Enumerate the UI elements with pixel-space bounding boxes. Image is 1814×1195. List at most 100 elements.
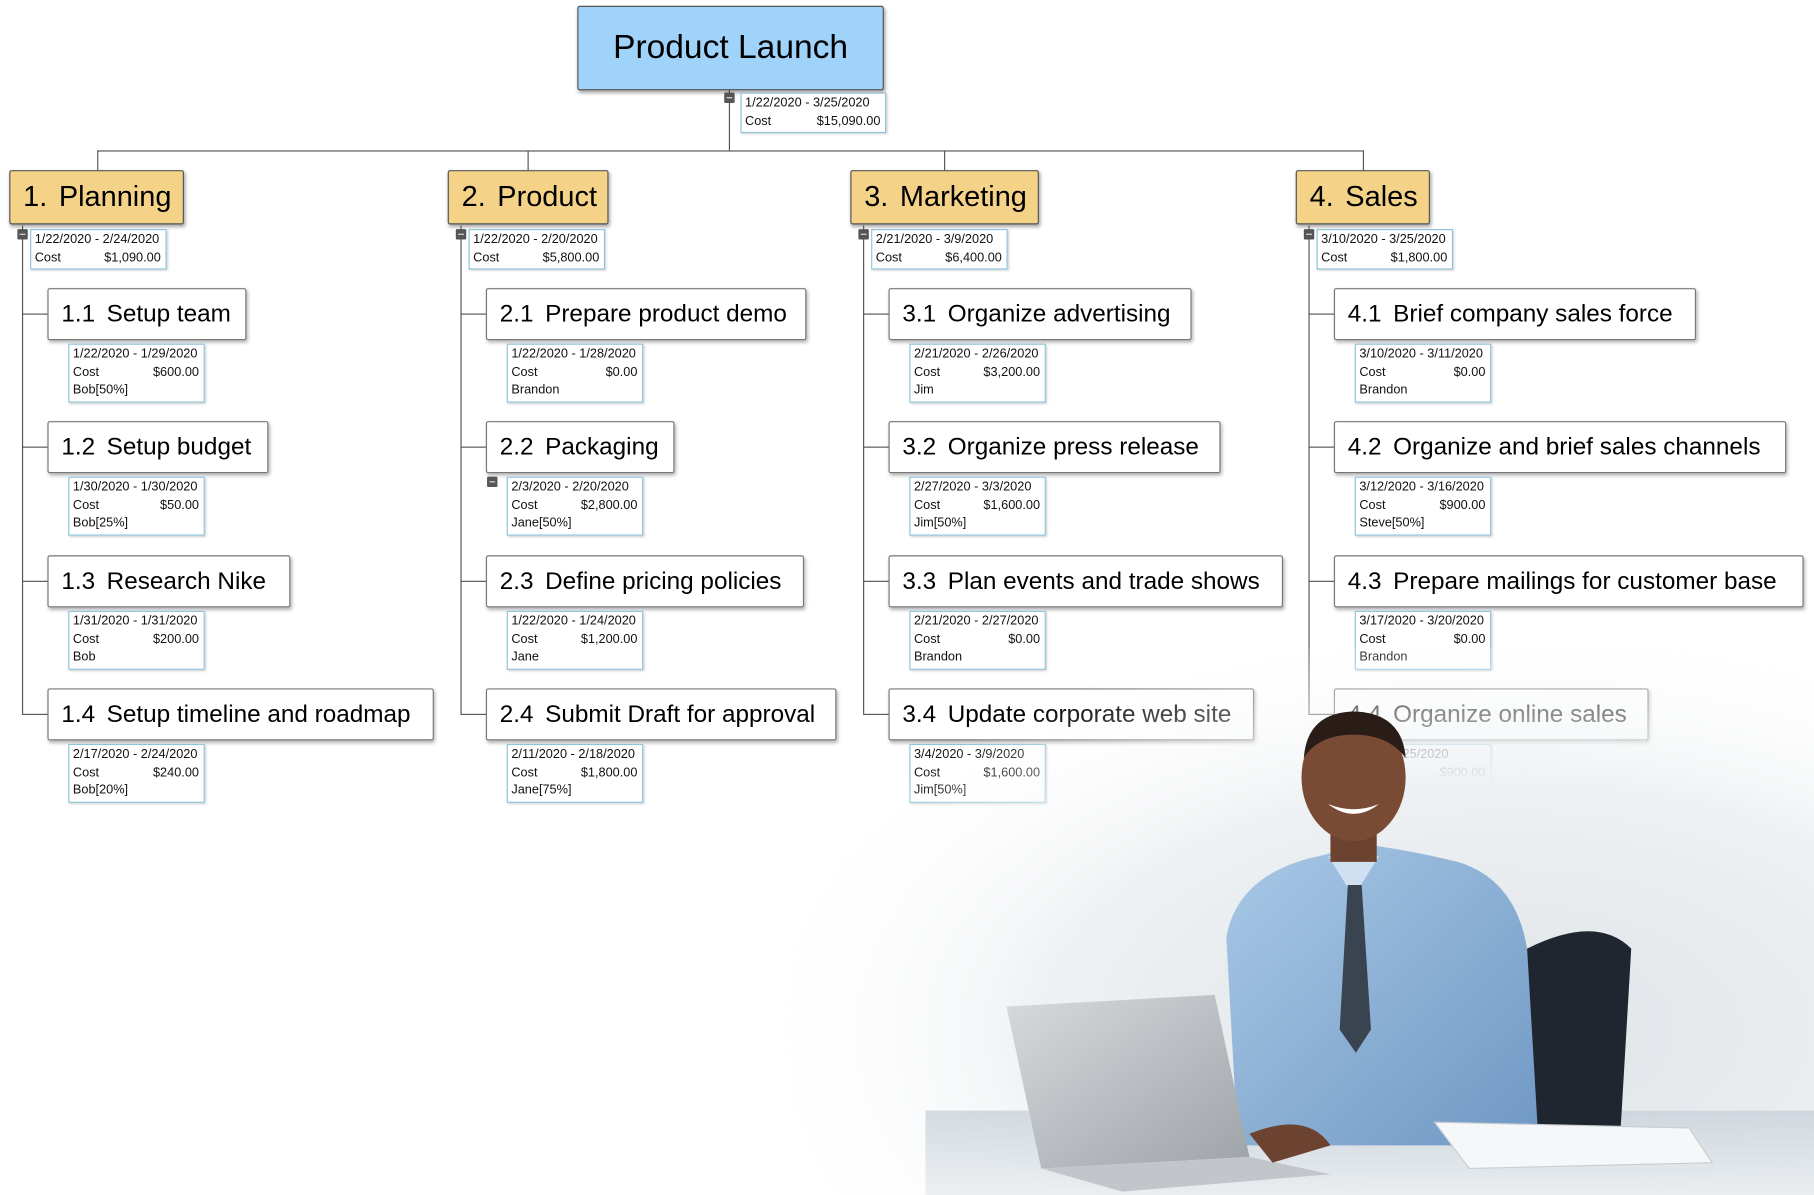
info-box: 1/22/2020 - 2/20/2020 Cost $5,800.00 <box>468 229 606 270</box>
task-title: Prepare product demo <box>545 300 787 327</box>
dates: 1/31/2020 - 1/31/2020 <box>72 614 198 629</box>
dates: 3/12/2020 - 3/16/2020 <box>1359 480 1484 494</box>
connector <box>944 150 946 171</box>
phase-number: 3. <box>864 180 889 213</box>
cost-value: $1,600.00 <box>983 498 1041 512</box>
connector <box>527 150 529 171</box>
cost-label: Cost <box>1359 365 1386 379</box>
phase-node[interactable]: 2. Product <box>447 170 609 225</box>
task-number: 2.1 <box>499 300 534 327</box>
resource: Bob[25%] <box>72 515 129 530</box>
cost-value: $200.00 <box>152 632 199 647</box>
cost-label: Cost <box>1321 250 1348 265</box>
dates: 1/22/2020 - 3/25/2020 <box>745 96 870 110</box>
dates: 3/10/2020 - 3/11/2020 <box>1359 347 1483 361</box>
connector <box>97 150 1364 152</box>
task-node[interactable]: 3.3 Plan events and trade shows <box>888 555 1284 608</box>
task-number: 4.2 <box>1347 433 1382 460</box>
cost-label: Cost <box>72 365 100 379</box>
task-node[interactable]: 4.3 Prepare mailings for customer base <box>1333 555 1804 608</box>
cost-value: $900.00 <box>1439 498 1486 512</box>
connector <box>1308 225 1310 714</box>
connector <box>21 313 48 315</box>
phase-node[interactable]: 3. Marketing <box>850 170 1039 225</box>
collapse-icon[interactable] <box>724 92 735 103</box>
info-box: 1/31/2020 - 1/31/2020 Cost $200.00 Bob <box>68 610 205 670</box>
phase-title: Planning <box>58 180 172 213</box>
cost-label: Cost <box>913 498 941 512</box>
cost-label: Cost <box>511 632 538 647</box>
cost-label: Cost <box>875 250 902 265</box>
collapse-icon[interactable] <box>455 229 467 240</box>
resource: Brandon <box>1359 382 1408 397</box>
info-box: 3/10/2020 - 3/25/2020 Cost $1,800.00 <box>1316 229 1454 270</box>
task-node[interactable]: 1.1 Setup team <box>47 288 247 341</box>
task-node[interactable]: 2.1 Prepare product demo <box>485 288 807 341</box>
task-node[interactable]: 1.2 Setup budget <box>47 421 269 474</box>
task-number: 3.3 <box>902 567 937 595</box>
connector <box>863 446 889 448</box>
task-title: Organize press release <box>947 433 1199 460</box>
task-node[interactable]: 1.3 Research Nike <box>47 555 291 608</box>
connector <box>460 446 486 448</box>
connector <box>460 580 486 582</box>
cost-label: Cost <box>473 250 500 265</box>
cost-label: Cost <box>72 498 100 512</box>
task-title: Define pricing policies <box>545 567 782 595</box>
task-number: 1.4 <box>61 700 96 728</box>
info-box: 2/21/2020 - 2/26/2020 Cost $3,200.00 Jim <box>909 343 1046 403</box>
task-node[interactable]: 1.4 Setup timeline and roadmap <box>47 688 434 741</box>
dates: 1/22/2020 - 1/28/2020 <box>511 347 636 361</box>
businessman-photo <box>786 647 1814 1195</box>
task-title: Organize and brief sales channels <box>1393 433 1761 460</box>
dates: 2/21/2020 - 2/26/2020 <box>913 347 1039 361</box>
task-title: Setup team <box>106 300 231 327</box>
info-box: 2/27/2020 - 3/3/2020 Cost $1,600.00 Jim[5… <box>909 476 1046 536</box>
phase-node[interactable]: 1. Planning <box>9 170 184 225</box>
collapse-icon[interactable] <box>858 229 869 240</box>
phase-title: Sales <box>1345 180 1418 213</box>
task-number: 1.3 <box>61 567 96 595</box>
task-title: Submit Draft for approval <box>545 700 816 728</box>
resource: Bob <box>72 650 96 665</box>
resource: Jane[75%] <box>511 783 572 798</box>
resource: Steve[50%] <box>1359 515 1425 530</box>
phase-title: Marketing <box>899 180 1027 213</box>
resource: Brandon <box>511 382 560 397</box>
dates: 2/21/2020 - 3/9/2020 <box>875 232 994 247</box>
task-title: Organize advertising <box>947 300 1171 327</box>
collapse-icon[interactable] <box>1303 229 1315 240</box>
info-box: 2/11/2020 - 2/18/2020 Cost $1,800.00 Jane… <box>506 743 644 803</box>
resource: Jim <box>913 382 934 397</box>
connector <box>21 580 48 582</box>
task-node[interactable]: 3.2 Organize press release <box>888 421 1221 474</box>
task-node[interactable]: 3.1 Organize advertising <box>888 288 1192 341</box>
dates: 1/22/2020 - 2/20/2020 <box>473 232 598 247</box>
collapse-icon[interactable] <box>17 229 28 240</box>
cost-label: Cost <box>1359 498 1386 512</box>
root-info: 1/22/2020 - 3/25/2020 Cost $15,090.00 <box>740 92 887 134</box>
info-box: 2/17/2020 - 2/24/2020 Cost $240.00 Bob[20… <box>68 743 205 803</box>
task-number: 3.2 <box>902 433 937 460</box>
task-node[interactable]: 4.2 Organize and brief sales channels <box>1333 421 1787 474</box>
task-title: Prepare mailings for customer base <box>1393 567 1777 595</box>
info-box: 3/10/2020 - 3/11/2020 Cost $0.00 Brandon <box>1354 343 1492 403</box>
connector <box>1308 580 1334 582</box>
cost-value: $1,800.00 <box>1390 250 1448 265</box>
connector <box>460 225 462 714</box>
root-node[interactable]: Product Launch <box>577 5 884 91</box>
connector <box>1362 150 1364 171</box>
info-box: 1/22/2020 - 1/28/2020 Cost $0.00 Brandon <box>506 343 644 403</box>
task-node[interactable]: 2.4 Submit Draft for approval <box>485 688 837 741</box>
task-node[interactable]: 2.2 Packaging <box>485 421 675 474</box>
expand-icon[interactable] <box>487 476 498 488</box>
wbs-diagram: Product Launch 1/22/2020 - 3/25/2020 Cos… <box>0 0 1814 1195</box>
resource: Bob[20%] <box>72 783 129 798</box>
cost-label: Cost <box>511 765 538 780</box>
dates: 2/27/2020 - 3/3/2020 <box>913 480 1032 494</box>
task-node[interactable]: 2.3 Define pricing policies <box>485 555 805 608</box>
phase-node[interactable]: 4. Sales <box>1295 170 1430 225</box>
task-node[interactable]: 4.1 Brief company sales force <box>1333 288 1697 341</box>
task-number: 3.1 <box>902 300 937 327</box>
cost-value: $2,800.00 <box>580 498 638 512</box>
